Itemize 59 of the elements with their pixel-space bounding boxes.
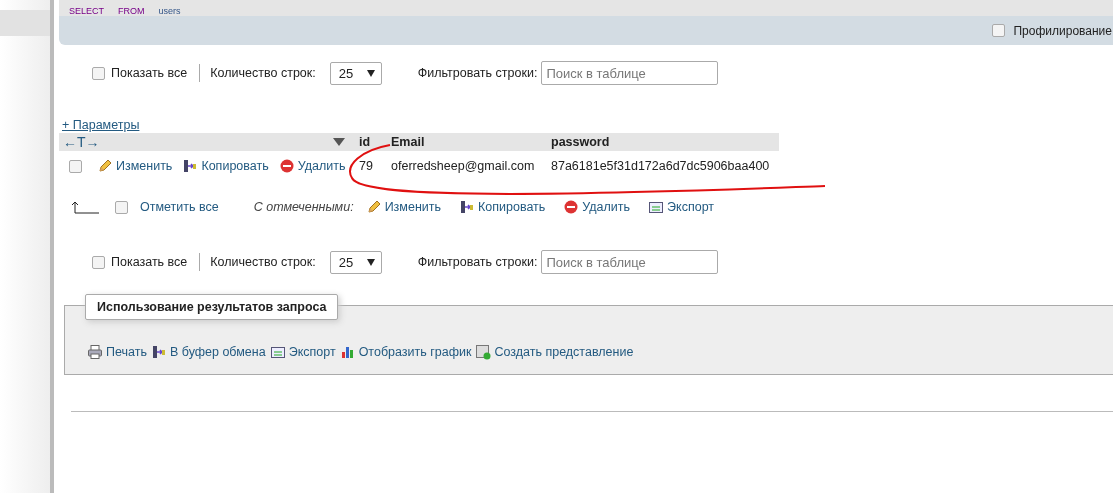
bar-chart-icon — [339, 344, 356, 360]
show-all-label: Показать все — [111, 66, 188, 80]
copy-icon — [459, 199, 475, 215]
row-count-label: Количество строк: — [210, 66, 316, 80]
checkbox[interactable] — [92, 255, 105, 269]
row-count-label: Количество строк: — [210, 255, 316, 269]
bulk-action-link[interactable]: Изменить — [365, 199, 441, 215]
query-action-link[interactable]: Печать — [87, 344, 147, 360]
delete-icon — [278, 158, 295, 174]
export-icon — [648, 199, 665, 215]
delete-icon — [563, 199, 580, 215]
pencil-icon — [97, 158, 113, 174]
row-action-link[interactable]: Изменить — [97, 158, 173, 174]
with-selected-label: С отмеченными: — [253, 200, 354, 214]
dropdown-caret-icon — [366, 69, 375, 77]
column-header[interactable]: password — [547, 133, 779, 151]
column-header[interactable]: id — [355, 133, 387, 151]
filter-rows-label: Фильтровать строки: — [417, 66, 538, 80]
row-count-select[interactable]: 25 — [329, 61, 382, 85]
search-field[interactable]: Поиск в таблице — [541, 250, 719, 274]
query-action-link[interactable]: В буфер обмена — [150, 344, 266, 360]
search-field[interactable]: Поиск в таблице — [541, 61, 719, 85]
bulk-action-link[interactable]: Экспорт — [648, 199, 715, 215]
copy-icon — [150, 344, 167, 360]
query-action-link[interactable]: Отобразить график — [339, 344, 472, 360]
filter-rows-label: Фильтровать строки: — [417, 255, 538, 269]
row-action-link[interactable]: Удалить — [278, 158, 346, 174]
sql-token: SELECT — [69, 6, 104, 16]
bulk-action-link[interactable]: Копировать — [459, 199, 546, 215]
bulk-action-link[interactable]: Удалить — [563, 199, 631, 215]
pencil-icon — [365, 199, 382, 215]
export-icon — [269, 344, 286, 360]
sidebar-item-highlight — [0, 10, 50, 36]
row-count-select[interactable]: 25 — [329, 250, 382, 274]
table-cell-text: oferredsheep@gmail.com — [390, 158, 536, 175]
query-results-legend: Использование результатов запроса — [85, 294, 339, 320]
options-link[interactable]: + Параметры — [62, 118, 140, 132]
table-cell-text: 87a6181e5f31d172a6d7dc5906baa400 — [550, 158, 771, 175]
table-cell-text: 79 — [358, 158, 374, 175]
show-all-label: Показать все — [111, 255, 188, 269]
checkbox[interactable] — [92, 66, 105, 80]
sort-caret-icon[interactable] — [333, 138, 345, 146]
printer-icon — [87, 344, 103, 360]
corner-arrow-icon — [71, 200, 99, 214]
column-arrows-icon[interactable]: ←T→ — [63, 134, 100, 150]
dropdown-caret-icon — [366, 258, 375, 266]
sql-token: FROM — [118, 6, 145, 16]
checkbox[interactable] — [992, 24, 1006, 37]
query-action-link[interactable]: Экспорт — [269, 344, 336, 360]
checkbox[interactable] — [69, 159, 82, 173]
query-action-link[interactable]: Создать представление — [475, 344, 634, 360]
copy-icon — [182, 158, 199, 174]
row-action-link[interactable]: Копировать — [182, 158, 269, 174]
sql-token: users — [158, 6, 181, 16]
table-plus-icon — [475, 344, 492, 360]
checkbox[interactable] — [115, 200, 128, 214]
profiling-label: Профилирование — [1013, 23, 1112, 38]
column-header[interactable]: Email — [387, 133, 547, 151]
check-all-link[interactable]: Отметить все — [140, 200, 219, 214]
